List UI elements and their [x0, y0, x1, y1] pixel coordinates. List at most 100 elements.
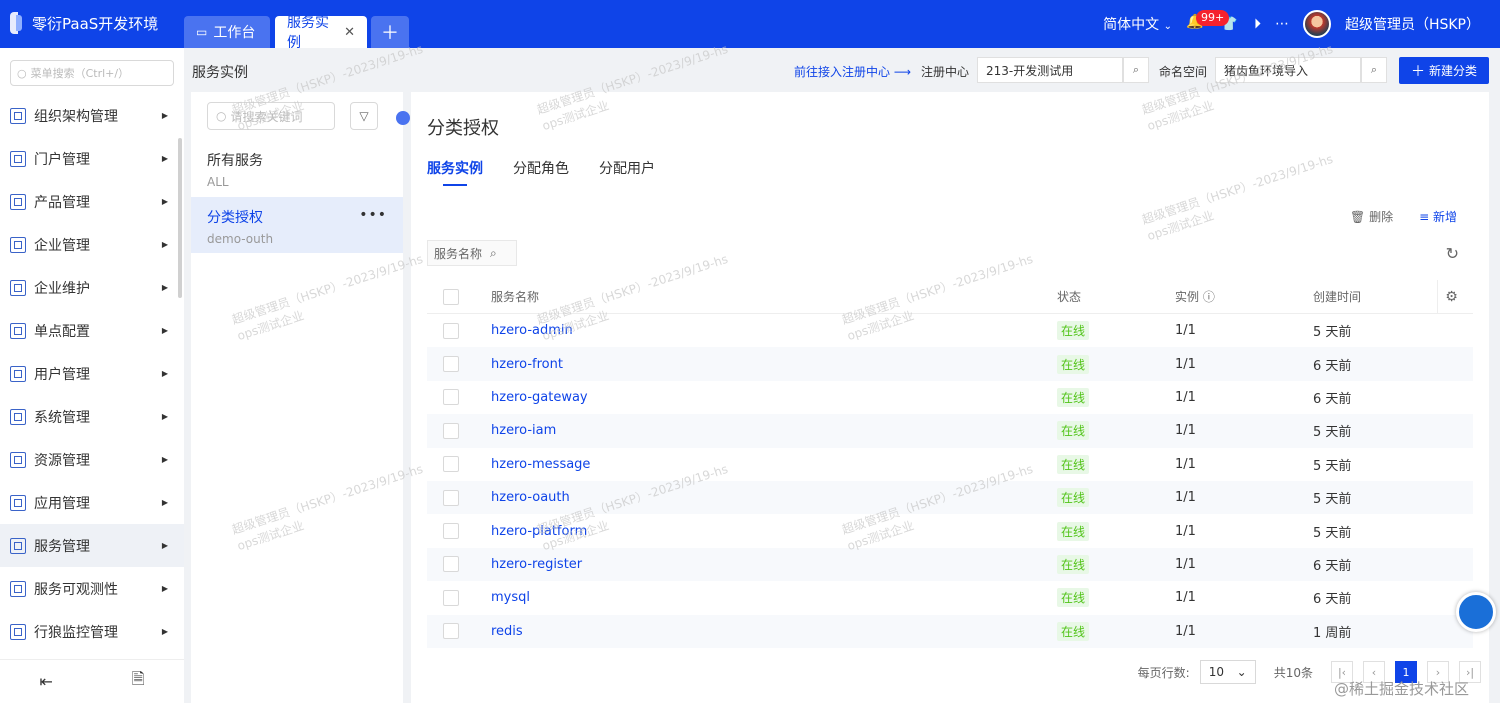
gear-icon[interactable]: ⚙ [1437, 280, 1465, 314]
tab-workbench[interactable]: ▭ 工作台 [184, 16, 270, 48]
sidebar-item-enterprise[interactable]: 企业管理 ▶ [0, 223, 184, 266]
sidebar-footer: ⇤ 🗎 [0, 659, 184, 703]
status-badge: 在线 [1057, 554, 1090, 574]
namespace-search-icon[interactable]: ⌕ [1361, 57, 1387, 83]
collapse-menu-icon[interactable]: ⇤ [39, 672, 52, 691]
caret-right-icon: ▶ [161, 627, 168, 636]
sidebar-item-user[interactable]: 用户管理 ▶ [0, 352, 184, 395]
more-circle-icon[interactable]: ⋯ [1275, 16, 1289, 32]
search-icon: ○ [216, 109, 227, 123]
register-center-field[interactable]: 213-开发测试用 [977, 57, 1123, 83]
service-table: 服务名称 状态 实例 ⓘ 创建时间 ⚙ hzero-admin 在线 1/1 5 天前… [427, 280, 1473, 648]
sidebar-item-sso[interactable]: 单点配置 ▶ [0, 309, 184, 352]
assistant-float-button[interactable] [1456, 592, 1496, 632]
sidebar-item-enterprise-maint[interactable]: 企业维护 ▶ [0, 266, 184, 309]
delete-button[interactable]: 🗑 删除 [1350, 208, 1393, 225]
module-icon [10, 322, 26, 339]
list-item[interactable]: 所有服务 ALL [191, 140, 403, 196]
close-icon[interactable]: ✕ [344, 25, 355, 40]
caret-right-icon: ▶ [161, 541, 168, 550]
row-checkbox[interactable] [443, 489, 459, 506]
service-link[interactable]: hzero-gateway [491, 390, 588, 405]
sidebar-item-org[interactable]: 组织架构管理 ▶ [0, 94, 184, 137]
search-icon: ⌕ [490, 245, 497, 260]
tab-service-instance[interactable]: 服务实例 [427, 158, 483, 186]
sidebar-item-service[interactable]: 服务管理 ▶ [0, 524, 184, 567]
service-link[interactable]: hzero-platform [491, 524, 587, 539]
new-category-button[interactable]: ＋新建分类 [1399, 57, 1489, 84]
row-checkbox[interactable] [443, 523, 459, 540]
sidebar-item-system[interactable]: 系统管理 ▶ [0, 395, 184, 438]
table-row: hzero-oauth 在线 1/1 5 天前 [427, 480, 1473, 515]
cube-icon [10, 494, 26, 511]
list-item[interactable]: 分类授权 demo-outh ••• [191, 197, 403, 253]
table-row: redis 在线 1/1 1 周前 [427, 614, 1473, 648]
sidebar-item-monitor[interactable]: 行狼监控管理 ▶ [0, 610, 184, 653]
app-logo[interactable]: 零衍PaaS开发环境 [10, 12, 158, 34]
menu-search-input[interactable]: ○ 菜单搜索（Ctrl+/） [10, 60, 174, 86]
table-header: 服务名称 状态 实例 ⓘ 创建时间 ⚙ [427, 280, 1473, 314]
grid-icon [10, 150, 26, 167]
user-name[interactable]: 超级管理员（HSKP） [1345, 14, 1480, 34]
service-link[interactable]: redis [491, 624, 523, 639]
table-actions: 🗑 删除 ≡ 新增 [1350, 208, 1457, 225]
sidebar-item-portal[interactable]: 门户管理 ▶ [0, 137, 184, 180]
section-title: 分类授权 [427, 118, 499, 139]
category-search-input[interactable]: ○ 请搜索关键词 [207, 102, 335, 130]
document-icon[interactable]: 🗎 [132, 668, 145, 695]
language-select[interactable]: 简体中文 ⌄ [1103, 14, 1172, 34]
tab-service-instance[interactable]: 服务实例 ✕ [275, 15, 367, 51]
service-link[interactable]: hzero-front [491, 357, 563, 372]
service-name-search[interactable]: 服务名称 ⌕ [427, 240, 517, 266]
sidebar-item-app[interactable]: 应用管理 ▶ [0, 481, 184, 524]
refresh-icon[interactable]: ↻ [1446, 244, 1459, 263]
add-tab-button[interactable]: ＋ [371, 16, 409, 48]
module-icon [10, 623, 26, 640]
select-all-checkbox[interactable] [443, 288, 459, 305]
cube-icon [10, 451, 26, 468]
caret-right-icon: ▶ [161, 283, 168, 292]
play-circle-icon[interactable]: ⏵ [1254, 16, 1261, 32]
page-size-select[interactable]: 10 ⌄ [1199, 660, 1256, 684]
row-checkbox[interactable] [443, 322, 459, 339]
filter-button[interactable]: ▽ [350, 102, 378, 130]
row-checkbox[interactable] [443, 589, 459, 606]
tab-assign-role[interactable]: 分配角色 [513, 158, 569, 186]
namespace-field[interactable]: 猪齿鱼环境导入 [1215, 57, 1361, 83]
more-icon[interactable]: ••• [359, 207, 387, 223]
row-checkbox[interactable] [443, 422, 459, 439]
category-panel: ○ 请搜索关键词 ▽ 所有服务 ALL 分类授权 demo-outh ••• [191, 92, 403, 703]
row-checkbox[interactable] [443, 623, 459, 640]
service-link[interactable]: hzero-message [491, 457, 590, 472]
service-link[interactable]: hzero-oauth [491, 490, 570, 505]
caret-right-icon: ▶ [161, 197, 168, 206]
sidebar: ○ 菜单搜索（Ctrl+/） 组织架构管理 ▶ 门户管理 ▶ 产品管理 ▶ 企业管理 ▶… [0, 48, 184, 703]
caret-right-icon: ▶ [161, 369, 168, 378]
register-center-label: 注册中心 [921, 65, 970, 79]
service-link[interactable]: hzero-register [491, 557, 582, 572]
sidebar-item-observability[interactable]: 服务可观测性 ▶ [0, 567, 184, 610]
row-checkbox[interactable] [443, 389, 459, 406]
row-checkbox[interactable] [443, 456, 459, 473]
row-checkbox[interactable] [443, 556, 459, 573]
search-icon: ○ [17, 66, 27, 80]
notification-button[interactable]: 🔔 99+ [1186, 10, 1230, 34]
collapse-panel-icon[interactable] [396, 111, 410, 125]
service-link[interactable]: hzero-admin [491, 323, 573, 338]
register-center-link[interactable]: 前往接入注册中心 ⟶ [794, 63, 911, 80]
filter-icon: ▽ [359, 109, 369, 123]
status-badge: 在线 [1057, 621, 1090, 641]
sidebar-item-product[interactable]: 产品管理 ▶ [0, 180, 184, 223]
tab-assign-user[interactable]: 分配用户 [599, 158, 655, 186]
service-link[interactable]: mysql [491, 590, 530, 605]
help-icon[interactable]: ⓘ [1203, 290, 1215, 304]
status-badge: 在线 [1057, 421, 1090, 441]
row-checkbox[interactable] [443, 356, 459, 373]
notification-badge: 99+ [1195, 10, 1230, 26]
add-button[interactable]: ≡ 新增 [1419, 208, 1457, 225]
sidebar-item-resource[interactable]: 资源管理 ▶ [0, 438, 184, 481]
sidebar-scrollbar[interactable] [178, 138, 182, 298]
avatar[interactable] [1302, 10, 1331, 38]
service-link[interactable]: hzero-iam [491, 423, 556, 438]
register-search-icon[interactable]: ⌕ [1123, 57, 1149, 83]
